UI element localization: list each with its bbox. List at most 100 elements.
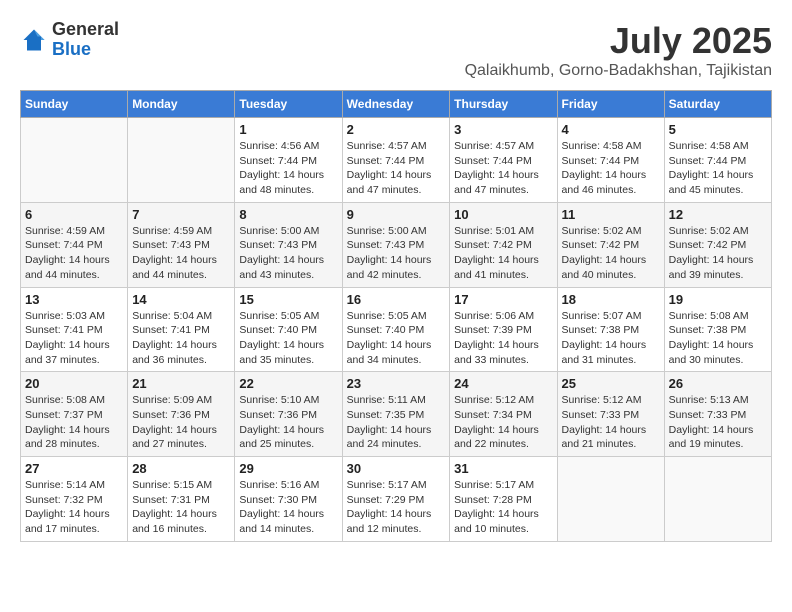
title-block: July 2025 Qalaikhumb, Gorno-Badakhshan, …: [465, 20, 772, 80]
day-number: 24: [454, 376, 552, 391]
week-row-1: 1Sunrise: 4:56 AM Sunset: 7:44 PM Daylig…: [21, 118, 772, 203]
calendar-cell: 6Sunrise: 4:59 AM Sunset: 7:44 PM Daylig…: [21, 202, 128, 287]
day-info: Sunrise: 5:02 AM Sunset: 7:42 PM Dayligh…: [669, 224, 767, 283]
calendar-cell: 1Sunrise: 4:56 AM Sunset: 7:44 PM Daylig…: [235, 118, 342, 203]
day-info: Sunrise: 4:57 AM Sunset: 7:44 PM Dayligh…: [454, 139, 552, 198]
calendar-cell: 10Sunrise: 5:01 AM Sunset: 7:42 PM Dayli…: [450, 202, 557, 287]
day-info: Sunrise: 4:59 AM Sunset: 7:44 PM Dayligh…: [25, 224, 123, 283]
calendar-cell: 23 Sunrise: 5:11 AM Sunset: 7:35 PM Dayli…: [342, 372, 450, 457]
calendar-cell: [21, 118, 128, 203]
calendar-cell: 9 Sunrise: 5:00 AM Sunset: 7:43 PM Daylig…: [342, 202, 450, 287]
weekday-header-wednesday: Wednesday: [342, 91, 450, 118]
day-info: Sunrise: 5:02 AM Sunset: 7:42 PM Dayligh…: [562, 224, 660, 283]
day-number: 28: [132, 461, 230, 476]
day-number: 17: [454, 292, 552, 307]
calendar-cell: 19Sunrise: 5:08 AM Sunset: 7:38 PM Dayli…: [664, 287, 771, 372]
weekday-header-sunday: Sunday: [21, 91, 128, 118]
day-info: Sunrise: 5:17 AM Sunset: 7:29 PM Dayligh…: [347, 478, 446, 537]
calendar-cell: 3 Sunrise: 4:57 AM Sunset: 7:44 PM Daylig…: [450, 118, 557, 203]
day-number: 20: [25, 376, 123, 391]
day-info: Sunrise: 5:03 AM Sunset: 7:41 PM Dayligh…: [25, 309, 123, 368]
page-header: General Blue July 2025 Qalaikhumb, Gorno…: [20, 20, 772, 80]
calendar-cell: 15Sunrise: 5:05 AM Sunset: 7:40 PM Dayli…: [235, 287, 342, 372]
calendar-cell: 16 Sunrise: 5:05 AM Sunset: 7:40 PM Dayli…: [342, 287, 450, 372]
calendar-cell: 30 Sunrise: 5:17 AM Sunset: 7:29 PM Dayli…: [342, 457, 450, 542]
day-info: Sunrise: 5:14 AM Sunset: 7:32 PM Dayligh…: [25, 478, 123, 537]
day-number: 13: [25, 292, 123, 307]
logo-icon: [20, 26, 48, 54]
calendar-cell: 11Sunrise: 5:02 AM Sunset: 7:42 PM Dayli…: [557, 202, 664, 287]
day-info: Sunrise: 5:05 AM Sunset: 7:40 PM Dayligh…: [347, 309, 446, 368]
day-info: Sunrise: 5:17 AM Sunset: 7:28 PM Dayligh…: [454, 478, 552, 537]
calendar-cell: 17 Sunrise: 5:06 AM Sunset: 7:39 PM Dayli…: [450, 287, 557, 372]
calendar-cell: 20 Sunrise: 5:08 AM Sunset: 7:37 PM Dayli…: [21, 372, 128, 457]
day-info: Sunrise: 5:08 AM Sunset: 7:37 PM Dayligh…: [25, 393, 123, 452]
week-row-3: 13 Sunrise: 5:03 AM Sunset: 7:41 PM Dayli…: [21, 287, 772, 372]
day-number: 25: [562, 376, 660, 391]
day-info: Sunrise: 5:04 AM Sunset: 7:41 PM Dayligh…: [132, 309, 230, 368]
week-row-5: 27Sunrise: 5:14 AM Sunset: 7:32 PM Dayli…: [21, 457, 772, 542]
location-title: Qalaikhumb, Gorno-Badakhshan, Tajikistan: [465, 62, 772, 80]
calendar-cell: 31 Sunrise: 5:17 AM Sunset: 7:28 PM Dayli…: [450, 457, 557, 542]
day-number: 15: [239, 292, 337, 307]
calendar-cell: 2 Sunrise: 4:57 AM Sunset: 7:44 PM Daylig…: [342, 118, 450, 203]
day-number: 4: [562, 122, 660, 137]
calendar-cell: [128, 118, 235, 203]
calendar-cell: [557, 457, 664, 542]
day-number: 5: [669, 122, 767, 137]
calendar-cell: 22Sunrise: 5:10 AM Sunset: 7:36 PM Dayli…: [235, 372, 342, 457]
day-info: Sunrise: 5:15 AM Sunset: 7:31 PM Dayligh…: [132, 478, 230, 537]
weekday-header-friday: Friday: [557, 91, 664, 118]
day-number: 30: [347, 461, 446, 476]
day-number: 23: [347, 376, 446, 391]
day-info: Sunrise: 5:12 AM Sunset: 7:33 PM Dayligh…: [562, 393, 660, 452]
calendar-cell: 27Sunrise: 5:14 AM Sunset: 7:32 PM Dayli…: [21, 457, 128, 542]
calendar-cell: 25 Sunrise: 5:12 AM Sunset: 7:33 PM Dayli…: [557, 372, 664, 457]
day-info: Sunrise: 5:00 AM Sunset: 7:43 PM Dayligh…: [239, 224, 337, 283]
day-number: 29: [239, 461, 337, 476]
day-number: 14: [132, 292, 230, 307]
day-number: 7: [132, 207, 230, 222]
calendar-cell: 13 Sunrise: 5:03 AM Sunset: 7:41 PM Dayli…: [21, 287, 128, 372]
day-info: Sunrise: 5:07 AM Sunset: 7:38 PM Dayligh…: [562, 309, 660, 368]
day-number: 16: [347, 292, 446, 307]
calendar-cell: 29Sunrise: 5:16 AM Sunset: 7:30 PM Dayli…: [235, 457, 342, 542]
day-info: Sunrise: 5:00 AM Sunset: 7:43 PM Dayligh…: [347, 224, 446, 283]
day-number: 8: [239, 207, 337, 222]
day-number: 2: [347, 122, 446, 137]
day-info: Sunrise: 5:06 AM Sunset: 7:39 PM Dayligh…: [454, 309, 552, 368]
day-number: 12: [669, 207, 767, 222]
day-info: Sunrise: 5:11 AM Sunset: 7:35 PM Dayligh…: [347, 393, 446, 452]
weekday-header-tuesday: Tuesday: [235, 91, 342, 118]
weekday-header-monday: Monday: [128, 91, 235, 118]
day-number: 31: [454, 461, 552, 476]
weekday-header-saturday: Saturday: [664, 91, 771, 118]
day-info: Sunrise: 5:08 AM Sunset: 7:38 PM Dayligh…: [669, 309, 767, 368]
calendar-cell: 5 Sunrise: 4:58 AM Sunset: 7:44 PM Daylig…: [664, 118, 771, 203]
day-number: 3: [454, 122, 552, 137]
weekday-header-row: SundayMondayTuesdayWednesdayThursdayFrid…: [21, 91, 772, 118]
month-title: July 2025: [465, 20, 772, 62]
calendar-cell: 18Sunrise: 5:07 AM Sunset: 7:38 PM Dayli…: [557, 287, 664, 372]
calendar-cell: 14 Sunrise: 5:04 AM Sunset: 7:41 PM Dayli…: [128, 287, 235, 372]
day-number: 21: [132, 376, 230, 391]
day-info: Sunrise: 4:58 AM Sunset: 7:44 PM Dayligh…: [669, 139, 767, 198]
calendar-table: SundayMondayTuesdayWednesdayThursdayFrid…: [20, 90, 772, 542]
calendar-cell: 26 Sunrise: 5:13 AM Sunset: 7:33 PM Dayli…: [664, 372, 771, 457]
week-row-2: 6Sunrise: 4:59 AM Sunset: 7:44 PM Daylig…: [21, 202, 772, 287]
calendar-cell: 8 Sunrise: 5:00 AM Sunset: 7:43 PM Daylig…: [235, 202, 342, 287]
day-number: 9: [347, 207, 446, 222]
day-info: Sunrise: 4:58 AM Sunset: 7:44 PM Dayligh…: [562, 139, 660, 198]
day-info: Sunrise: 4:57 AM Sunset: 7:44 PM Dayligh…: [347, 139, 446, 198]
day-number: 1: [239, 122, 337, 137]
day-number: 26: [669, 376, 767, 391]
calendar-cell: 24 Sunrise: 5:12 AM Sunset: 7:34 PM Dayli…: [450, 372, 557, 457]
day-info: Sunrise: 5:12 AM Sunset: 7:34 PM Dayligh…: [454, 393, 552, 452]
day-info: Sunrise: 5:01 AM Sunset: 7:42 PM Dayligh…: [454, 224, 552, 283]
logo: General Blue: [20, 20, 119, 60]
calendar-cell: [664, 457, 771, 542]
day-info: Sunrise: 5:10 AM Sunset: 7:36 PM Dayligh…: [239, 393, 337, 452]
day-info: Sunrise: 5:13 AM Sunset: 7:33 PM Dayligh…: [669, 393, 767, 452]
calendar-cell: 28 Sunrise: 5:15 AM Sunset: 7:31 PM Dayli…: [128, 457, 235, 542]
calendar-cell: 21Sunrise: 5:09 AM Sunset: 7:36 PM Dayli…: [128, 372, 235, 457]
